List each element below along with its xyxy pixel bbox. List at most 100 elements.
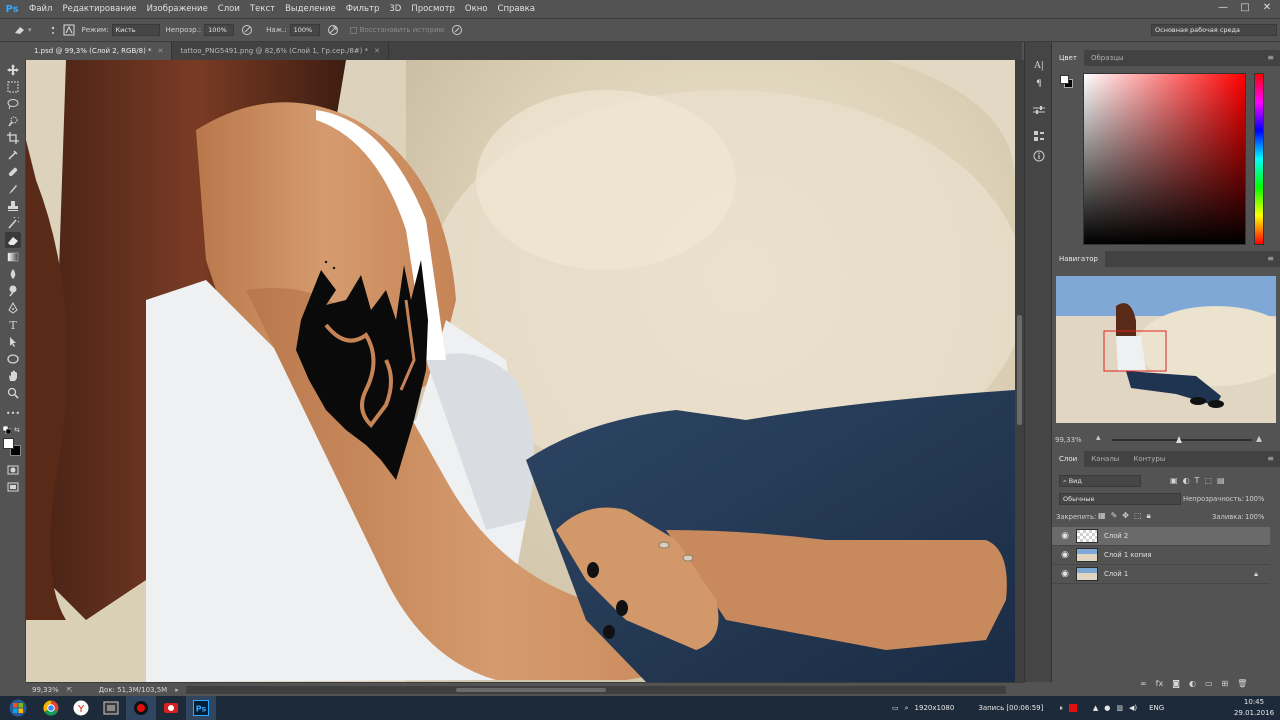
layer-row-2[interactable]: ◉ Слой 2 <box>1052 527 1270 546</box>
tab-tattoo-png[interactable]: tattoo_PNG5491.png @ 82,6% (Слой 1, Гр.с… <box>172 42 389 60</box>
quick-select-icon[interactable] <box>5 113 21 129</box>
yandex-browser-icon[interactable]: Y <box>66 696 96 720</box>
layers-panel-menu-icon[interactable]: ≡ <box>1267 451 1274 467</box>
maximize-button[interactable]: □ <box>1238 2 1252 14</box>
brush-size-icon[interactable] <box>46 23 60 37</box>
blend-mode-select[interactable]: Обычные <box>1059 493 1181 505</box>
visibility-eye-icon[interactable]: ◉ <box>1058 569 1072 579</box>
network-icon[interactable]: ▥ <box>1116 704 1123 712</box>
foreground-color-swatch[interactable] <box>3 438 14 449</box>
tab-navigator[interactable]: Навигатор <box>1052 251 1105 267</box>
navigator-menu-icon[interactable]: ≡ <box>1267 251 1274 267</box>
opacity-input[interactable]: 100% <box>204 24 235 36</box>
close-window-button[interactable]: ✕ <box>1260 2 1274 14</box>
shape-icon[interactable] <box>5 351 21 367</box>
zoom-out-icon[interactable]: ▴ <box>1096 433 1101 443</box>
brush-panel-icon[interactable] <box>62 23 76 37</box>
new-adjustment-icon[interactable]: ◐ <box>1189 679 1196 688</box>
language-indicator[interactable]: ENG <box>1149 704 1164 712</box>
navigator-zoom[interactable]: 99,33% <box>1055 436 1082 444</box>
eyedropper-icon[interactable] <box>5 147 21 163</box>
vertical-scrollbar[interactable] <box>1015 60 1024 682</box>
tab-paths[interactable]: Контуры <box>1126 451 1172 467</box>
recorder-icon[interactable] <box>156 696 186 720</box>
navigator-zoom-slider[interactable] <box>1112 436 1252 443</box>
layer-style-icon[interactable]: fx <box>1156 679 1164 688</box>
filter-smart-icon[interactable]: ▤ <box>1217 476 1225 485</box>
brush-icon[interactable] <box>5 181 21 197</box>
vertical-scroll-thumb[interactable] <box>1017 315 1022 425</box>
character-panel-icon[interactable]: A| <box>1031 58 1047 74</box>
mode-select[interactable]: Кисть <box>111 24 160 36</box>
move-icon[interactable] <box>5 62 21 78</box>
screen-mode-icon[interactable] <box>5 479 21 495</box>
pause-icon[interactable]: ⏸︎ <box>1059 704 1063 713</box>
tab-color[interactable]: Цвет <box>1052 50 1084 66</box>
menu-help[interactable]: Справка <box>493 4 540 14</box>
lock-position-icon[interactable]: ✥ <box>1122 511 1129 521</box>
tool-preset-chevron-icon[interactable]: ▾ <box>28 26 32 34</box>
clock[interactable]: 10:45 29.01.2016 <box>1232 697 1276 719</box>
close-tab-icon[interactable]: ✕ <box>374 47 380 55</box>
hand-icon[interactable] <box>5 368 21 384</box>
restore-history-checkbox[interactable] <box>349 26 357 34</box>
media-player-icon[interactable] <box>96 696 126 720</box>
link-layers-icon[interactable]: ∞ <box>1140 679 1147 688</box>
hue-slider[interactable] <box>1254 73 1264 245</box>
marquee-icon[interactable] <box>5 79 21 95</box>
paragraph-panel-icon[interactable]: ¶ <box>1031 76 1047 92</box>
color-panel-menu-icon[interactable]: ≡ <box>1267 50 1274 66</box>
pen-pressure-opacity-icon[interactable] <box>240 23 254 37</box>
zoom-icon[interactable] <box>5 385 21 401</box>
layer-row-1[interactable]: ◉ Слой 1 🔒︎ <box>1052 565 1270 584</box>
delete-layer-icon[interactable]: 🗑︎ <box>1237 679 1247 688</box>
color-picker-field[interactable] <box>1083 73 1246 245</box>
pressure-size-icon[interactable] <box>450 23 464 37</box>
recorder-tray-icon[interactable]: ● <box>1104 704 1110 712</box>
tab-swatches[interactable]: Образцы <box>1084 50 1131 66</box>
lock-all-icon[interactable]: 🔒︎ <box>1147 511 1151 521</box>
start-button[interactable] <box>0 696 36 720</box>
color-fg-bg-icon[interactable] <box>1060 75 1073 88</box>
stop-icon[interactable] <box>1068 704 1077 712</box>
history-brush-icon[interactable] <box>5 215 21 231</box>
document-canvas[interactable] <box>26 60 1015 682</box>
crop-icon[interactable] <box>5 130 21 146</box>
adjustments-icon[interactable] <box>1031 102 1047 118</box>
tab-layers[interactable]: Слои <box>1052 451 1085 467</box>
photoshop-taskbar-icon[interactable]: Ps <box>186 696 216 720</box>
menu-select[interactable]: Выделение <box>280 4 341 14</box>
bandicam-icon[interactable] <box>126 696 156 720</box>
filter-pixel-icon[interactable]: ▣ <box>1170 476 1178 485</box>
layer-name[interactable]: Слой 2 <box>1104 532 1128 540</box>
tab-1-psd[interactable]: 1.psd @ 99,3% (Слой 2, RGB/8) * ✕ <box>26 42 173 60</box>
fill-value[interactable]: 100% <box>1245 513 1264 521</box>
tab-channels[interactable]: Каналы <box>1084 451 1126 467</box>
stamp-icon[interactable] <box>5 198 21 214</box>
eraser-tool-icon[interactable] <box>5 232 21 248</box>
path-select-icon[interactable] <box>5 334 21 350</box>
menu-layers[interactable]: Слои <box>213 4 245 14</box>
filter-adjustment-icon[interactable]: ◐ <box>1183 476 1190 485</box>
pen-icon[interactable] <box>5 300 21 316</box>
navigator-preview[interactable] <box>1056 276 1276 423</box>
dodge-icon[interactable] <box>5 283 21 299</box>
lock-transparency-icon[interactable]: ▦ <box>1098 511 1106 521</box>
layer-name[interactable]: Слой 1 копия <box>1104 551 1152 559</box>
new-group-icon[interactable]: ▭ <box>1205 679 1213 688</box>
lasso-icon[interactable] <box>5 96 21 112</box>
close-tab-icon[interactable]: ✕ <box>158 47 164 55</box>
visibility-eye-icon[interactable]: ◉ <box>1058 531 1072 541</box>
airbrush-icon[interactable] <box>326 23 340 37</box>
layer-row-1-copy[interactable]: ◉ Слой 1 копия <box>1052 546 1270 565</box>
menu-3d[interactable]: 3D <box>384 4 406 14</box>
tray-up-icon[interactable]: ▲ <box>1093 704 1098 712</box>
default-colors-icon[interactable] <box>2 425 12 435</box>
healing-icon[interactable] <box>5 164 21 180</box>
eraser-icon[interactable] <box>12 23 26 37</box>
layer-name[interactable]: Слой 1 <box>1104 570 1128 578</box>
new-layer-icon[interactable]: ⊞ <box>1222 679 1229 688</box>
lock-artboard-icon[interactable]: ⬚ <box>1134 511 1142 521</box>
horizontal-scrollbar[interactable] <box>186 686 1006 694</box>
visibility-eye-icon[interactable]: ◉ <box>1058 550 1072 560</box>
